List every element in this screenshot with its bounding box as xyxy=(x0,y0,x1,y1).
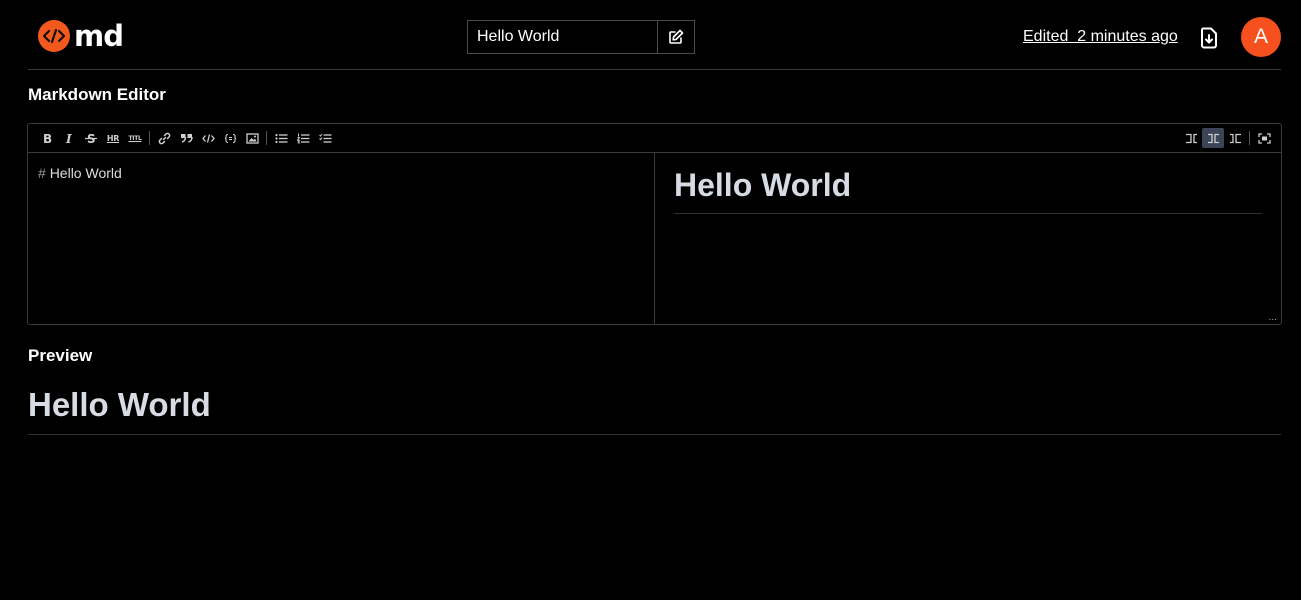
checked-list-button[interactable] xyxy=(314,128,336,148)
preview-only-button[interactable] xyxy=(1224,128,1246,148)
preview-heading-underline xyxy=(28,434,1281,435)
code-block-icon xyxy=(224,133,236,143)
code-icon xyxy=(201,133,215,143)
ordered-list-icon xyxy=(296,133,309,143)
resize-handle[interactable]: ... xyxy=(1269,313,1277,323)
heading-underline xyxy=(674,213,1262,214)
live-view-button[interactable] xyxy=(1202,128,1224,148)
edit-only-button[interactable] xyxy=(1180,128,1202,148)
document-title-box xyxy=(467,20,695,54)
toolbar-divider xyxy=(266,131,267,145)
image-button[interactable] xyxy=(241,128,263,148)
live-preview-pane: Hello World ... xyxy=(655,153,1281,324)
logo-text: md xyxy=(74,19,124,53)
ordered-list-button[interactable] xyxy=(292,128,314,148)
editor-section-title: Markdown Editor xyxy=(28,85,166,104)
italic-button[interactable]: I xyxy=(58,128,80,148)
checked-list-icon xyxy=(318,133,331,143)
quote-icon xyxy=(180,134,193,143)
italic-icon: I xyxy=(65,132,72,144)
app-logo[interactable]: md xyxy=(38,19,124,53)
unordered-list-button[interactable] xyxy=(270,128,292,148)
heading-hash: # xyxy=(38,165,46,181)
markdown-source-text: Hello World xyxy=(49,165,122,181)
markdown-input-pane[interactable]: # Hello World xyxy=(28,153,655,324)
pencil-square-icon xyxy=(669,29,684,44)
image-icon xyxy=(245,132,259,144)
strikethrough-button[interactable]: S xyxy=(80,128,102,148)
title-icon: TITL xyxy=(128,134,142,142)
quote-button[interactable] xyxy=(175,128,197,148)
toolbar-divider xyxy=(1249,131,1250,145)
user-avatar[interactable]: A xyxy=(1241,17,1281,57)
preview-only-icon xyxy=(1229,133,1241,143)
file-download-icon xyxy=(1200,27,1217,49)
markdown-source-line[interactable]: # Hello World xyxy=(38,165,122,181)
document-title-input[interactable] xyxy=(468,21,658,53)
link-button[interactable] xyxy=(153,128,175,148)
edit-only-icon xyxy=(1185,133,1197,143)
download-button[interactable] xyxy=(1196,25,1222,51)
svg-text:B: B xyxy=(43,132,52,144)
hr-icon: HR xyxy=(106,133,120,143)
unordered-list-icon xyxy=(274,133,287,143)
svg-text:I: I xyxy=(65,132,72,144)
live-view-icon xyxy=(1207,133,1219,143)
toolbar-divider xyxy=(149,131,150,145)
code-block-button[interactable] xyxy=(219,128,241,148)
rename-button[interactable] xyxy=(658,21,694,53)
preview-heading: Hello World xyxy=(28,386,211,423)
hr-button[interactable]: HR xyxy=(102,128,124,148)
editor-toolbar: B I S HR TITL xyxy=(28,124,1281,153)
title-button[interactable]: TITL xyxy=(124,128,146,148)
live-preview-heading: Hello World xyxy=(674,167,852,203)
preview-section-title: Preview xyxy=(28,346,93,365)
bold-icon: B xyxy=(43,132,52,144)
edited-time-link[interactable]: Edited 2 minutes ago xyxy=(1023,28,1178,46)
fullscreen-button[interactable] xyxy=(1253,128,1275,148)
link-icon xyxy=(158,132,170,144)
markdown-editor: B I S HR TITL xyxy=(27,123,1282,325)
fullscreen-icon xyxy=(1257,132,1271,144)
bold-button[interactable]: B xyxy=(36,128,58,148)
code-button[interactable] xyxy=(197,128,219,148)
code-icon xyxy=(38,20,70,52)
app-header: md Edited 2 minutes ago A xyxy=(28,0,1281,70)
strikethrough-icon: S xyxy=(85,132,97,144)
